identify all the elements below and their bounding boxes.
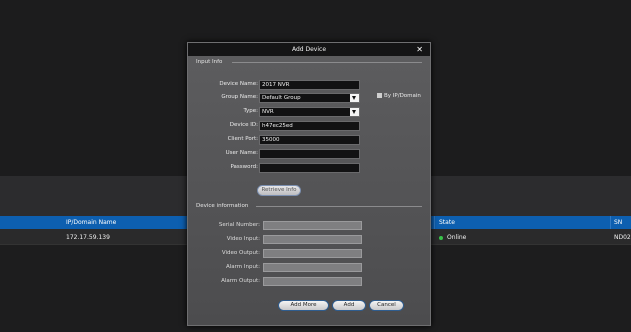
password-row: Password: [188,163,432,173]
column-header-ip-domain[interactable]: IP/Domain Name [66,219,116,226]
device-id-label: Device ID: [229,122,258,128]
user-name-label: User Name: [225,150,258,156]
alarm-input-field [263,263,362,272]
type-label: Type: [243,108,259,114]
video-input-row: Video Input: [188,235,432,245]
video-output-label: Video Output: [221,250,260,256]
client-port-label: Client Port: [227,136,258,142]
alarm-output-field [263,277,362,286]
device-name-input[interactable]: 2017 NVR [259,80,360,90]
client-port-input[interactable]: 35000 [259,135,360,145]
chevron-down-icon[interactable] [350,94,359,102]
video-input-label: Video Input: [226,236,260,242]
chevron-down-icon[interactable] [350,108,359,116]
device-information-section-label: Device information [196,203,249,209]
type-row: Type: NVR [188,107,432,117]
section-divider [232,62,422,63]
column-header-state[interactable]: State [439,219,455,226]
input-info-section-label: Input Info [196,59,223,65]
type-select[interactable]: NVR [259,107,360,117]
device-name-row: Device Name: 2017 NVR [188,80,432,90]
close-icon[interactable]: ✕ [416,43,423,56]
add-device-dialog: Add Device ✕ Input Info Device Name: 201… [187,42,431,326]
device-id-input[interactable]: h47ec25ed [259,121,360,131]
alarm-output-row: Alarm Output: [188,277,432,287]
dialog-title: Add Device [291,46,327,53]
serial-number-field [263,221,362,230]
by-ip-domain-label: By IP/Domain [384,93,421,99]
row-ip: 172.17.59.139 [66,234,110,241]
video-input-field [263,235,362,244]
retrieve-info-button[interactable]: Retrieve Info [257,185,301,196]
column-divider[interactable] [610,216,611,229]
row-state-text: Online [447,234,467,241]
user-name-row: User Name: [188,149,432,159]
alarm-input-label: Alarm Input: [225,264,260,270]
device-id-row: Device ID: h47ec25ed [188,121,432,131]
alarm-input-row: Alarm Input: [188,263,432,273]
cancel-button[interactable]: Cancel [369,300,404,311]
serial-number-label: Serial Number: [218,222,260,228]
video-output-field [263,249,362,258]
column-divider[interactable] [434,216,435,229]
password-input[interactable] [259,163,360,173]
by-ip-domain-option[interactable]: By IP/Domain [377,93,421,99]
alarm-output-label: Alarm Output: [221,278,260,284]
group-name-value: Default Group [262,95,301,101]
row-state: Online [439,234,466,241]
device-name-label: Device Name: [219,81,258,87]
video-output-row: Video Output: [188,249,432,259]
group-name-select[interactable]: Default Group [259,93,360,103]
list-icon [377,93,382,98]
client-port-row: Client Port: 35000 [188,135,432,145]
section-divider [256,206,422,207]
user-name-input[interactable] [259,149,360,159]
type-value: NVR [262,109,274,115]
add-more-button[interactable]: Add More [278,300,329,311]
add-button[interactable]: Add [332,300,366,311]
online-status-icon [439,235,443,240]
serial-number-row: Serial Number: [188,221,432,231]
password-label: Password: [230,164,258,170]
row-sn: ND02 [614,234,631,241]
group-name-label: Group Name: [221,94,258,100]
dialog-title-bar[interactable]: Add Device ✕ [188,43,430,56]
column-header-sn[interactable]: SN [614,219,622,226]
